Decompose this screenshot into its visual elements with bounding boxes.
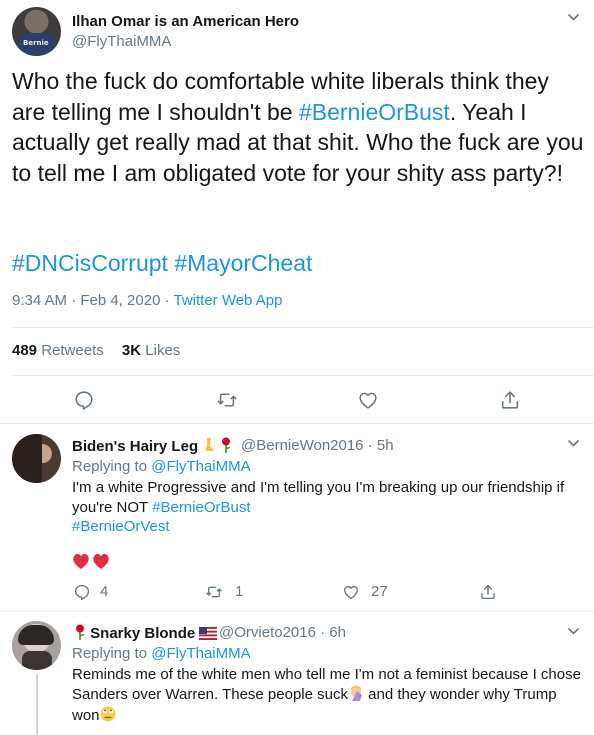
retweets-stat[interactable]: 489 Retweets	[12, 342, 104, 359]
reply-text: I'm a white Progressive and I'm telling …	[72, 478, 587, 537]
chevron-down-icon[interactable]	[568, 440, 579, 450]
replying-to: Replying to @FlyThaiMMA	[72, 645, 251, 662]
thread-line	[36, 674, 38, 735]
retweet-count: 1	[235, 583, 244, 600]
divider	[0, 611, 594, 612]
hashtag-link[interactable]: #BernieOrBust	[299, 99, 450, 125]
display-name: Snarky Blonde	[90, 625, 196, 642]
reply-line-text: Sanders over Warren. These people suck	[72, 685, 348, 703]
tweet-stats: 489 Retweets 3K Likes	[12, 342, 180, 359]
rose-emoji-icon	[74, 624, 86, 644]
avatar-shirt-text: Bernie	[23, 39, 49, 47]
timestamp-text[interactable]: 9:34 AM · Feb 4, 2020 ·	[12, 292, 173, 309]
reply-icon[interactable]	[73, 389, 95, 411]
likes-label: Likes	[145, 342, 181, 359]
share-icon[interactable]	[479, 583, 497, 601]
hearts-emoji	[72, 552, 112, 575]
avatar-coat	[22, 651, 52, 670]
replying-to-label: Replying to	[72, 458, 152, 475]
reply-author-name[interactable]: Biden's Hairy Leg	[72, 437, 232, 457]
mention-link[interactable]: @FlyThaiMMA	[151, 458, 250, 475]
source-link[interactable]: Twitter Web App	[173, 292, 282, 309]
reply-line: #BernieOrVest	[72, 517, 587, 537]
avatar-hair	[12, 434, 42, 483]
likes-count: 3K	[121, 342, 142, 359]
reply-icon[interactable]	[73, 583, 91, 601]
chevron-down-icon[interactable]	[568, 14, 579, 24]
reply-line-text: you're NOT	[72, 498, 153, 516]
retweet-icon[interactable]	[205, 583, 223, 601]
avatar[interactable]	[12, 434, 61, 483]
avatar[interactable]	[12, 621, 61, 670]
reply-author-handle[interactable]: @BernieWon2016 · 5h	[241, 437, 394, 454]
replying-to: Replying to @FlyThaiMMA	[72, 458, 251, 475]
hashtag-link[interactable]: #BernieOrVest	[72, 518, 170, 535]
reply-author-handle[interactable]: @Orvieto2016 · 6h	[219, 624, 346, 641]
reply-count: 4	[100, 583, 109, 600]
display-name: Biden's Hairy Leg	[72, 438, 199, 455]
reply-author-name[interactable]: Snarky Blonde	[74, 624, 218, 644]
divider	[12, 327, 594, 328]
heart-icon[interactable]	[357, 389, 379, 411]
hashtag-link[interactable]: #DNCisCorrupt	[12, 250, 168, 276]
reply-line: Sanders over Warren. These people suck a…	[72, 685, 587, 707]
retweets-label: Retweets	[41, 342, 104, 359]
red-hearts-icon	[73, 553, 109, 569]
chevron-down-icon[interactable]	[568, 628, 579, 638]
heart-icon[interactable]	[342, 583, 360, 601]
main-tweet-header: Bernie Ilhan Omar is an American Hero @F…	[12, 7, 582, 57]
avatar[interactable]: Bernie	[12, 7, 61, 56]
likes-stat[interactable]: 3K Likes	[122, 342, 180, 359]
replying-to-label: Replying to	[72, 645, 152, 662]
avatar-shirt: Bernie	[18, 33, 56, 56]
tweet-text: Who the fuck do comfortable white libera…	[12, 66, 584, 188]
hashtag-link[interactable]: #BernieOrBust	[152, 499, 250, 516]
reply-line-text: and they wonder why Trump	[363, 685, 557, 703]
facepalm-emoji-icon	[348, 685, 364, 707]
author-display-name[interactable]: Ilhan Omar is an American Hero	[72, 13, 299, 30]
tweet-timestamp: 9:34 AM · Feb 4, 2020 · Twitter Web App	[12, 292, 282, 309]
reply-text: Reminds me of the white men who tell me …	[72, 665, 587, 728]
like-count: 27	[371, 583, 388, 600]
reply-line: I'm a white Progressive and I'm telling …	[72, 479, 565, 496]
reply-line: won	[72, 706, 587, 728]
author-handle[interactable]: @FlyThaiMMA	[72, 33, 171, 50]
divider	[0, 423, 594, 424]
reply-line-text: won	[72, 707, 100, 724]
us-flag-icon	[199, 627, 218, 644]
leg-emoji-icon	[202, 437, 216, 457]
mention-link[interactable]: @FlyThaiMMA	[151, 645, 250, 662]
reply-line: you're NOT #BernieOrBust	[72, 498, 587, 518]
retweet-icon[interactable]	[216, 389, 238, 411]
hashtag-link[interactable]: #MayorCheat	[174, 250, 312, 276]
tweet-hashtags: #DNCisCorrupt #MayorCheat	[12, 248, 312, 278]
rose-emoji-icon	[220, 437, 232, 457]
reply-line: Reminds me of the white men who tell me …	[72, 666, 581, 683]
retweets-count: 489	[12, 342, 38, 359]
divider	[12, 375, 594, 376]
avatar-hat	[18, 625, 54, 645]
share-icon[interactable]	[499, 389, 521, 411]
eye-roll-emoji-icon	[100, 706, 116, 728]
